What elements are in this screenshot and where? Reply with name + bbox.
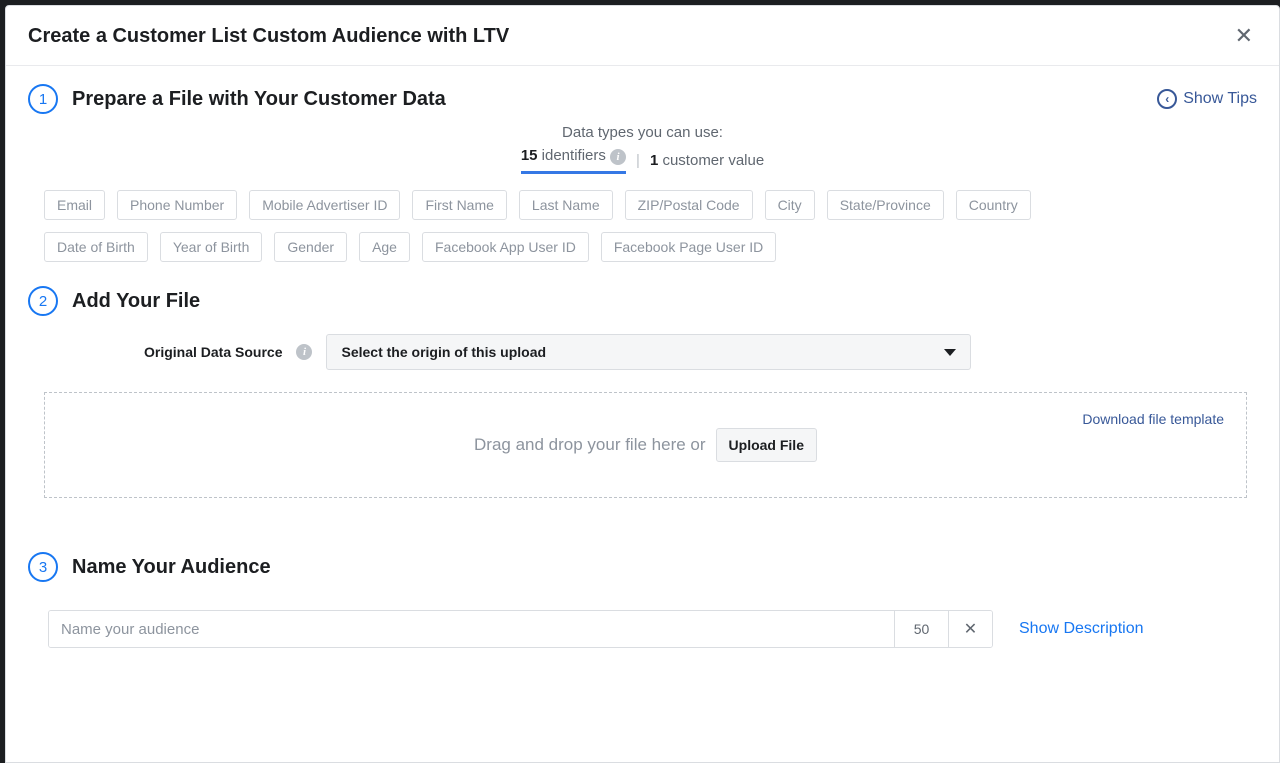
show-tips-label: Show Tips <box>1183 90 1257 108</box>
step-2: 2 Add Your File Original Data Source i S… <box>28 286 1257 498</box>
chip-year-of-birth[interactable]: Year of Birth <box>160 232 263 262</box>
original-data-source-row: Original Data Source i Select the origin… <box>144 334 1257 370</box>
step-2-title: Add Your File <box>72 290 200 313</box>
chip-zip-postal-code[interactable]: ZIP/Postal Code <box>625 190 753 220</box>
step-1-left: 1 Prepare a File with Your Customer Data <box>28 84 446 114</box>
name-audience-row: 50 ✕ Show Description <box>48 610 1257 648</box>
chip-facebook-app-user-id[interactable]: Facebook App User ID <box>422 232 589 262</box>
step-number-2: 2 <box>28 286 58 316</box>
modal: Create a Customer List Custom Audience w… <box>5 5 1280 763</box>
data-types-tabs: 15 identifiers i | 1 customer value <box>28 147 1257 174</box>
origin-select-placeholder: Select the origin of this upload <box>341 344 546 360</box>
step-2-left: 2 Add Your File <box>28 286 200 316</box>
step-1-header: 1 Prepare a File with Your Customer Data… <box>28 84 1257 114</box>
download-file-template-link[interactable]: Download file template <box>1082 411 1224 427</box>
show-tips-link[interactable]: ‹ Show Tips <box>1157 89 1257 109</box>
modal-title: Create a Customer List Custom Audience w… <box>28 25 509 48</box>
info-icon[interactable]: i <box>610 149 626 165</box>
audience-name-input[interactable] <box>49 611 894 647</box>
close-icon[interactable]: ✕ <box>1231 21 1257 51</box>
chip-email[interactable]: Email <box>44 190 105 220</box>
chip-last-name[interactable]: Last Name <box>519 190 613 220</box>
char-count: 50 <box>894 611 948 647</box>
identifier-chips-row2: Date of Birth Year of Birth Gender Age F… <box>28 232 1257 262</box>
step-3-header: 3 Name Your Audience <box>28 552 1257 582</box>
step-number-1: 1 <box>28 84 58 114</box>
identifier-chips-row1: Email Phone Number Mobile Advertiser ID … <box>28 190 1257 220</box>
chip-city[interactable]: City <box>765 190 815 220</box>
tab-identifiers[interactable]: 15 identifiers i <box>521 147 626 174</box>
show-description-link[interactable]: Show Description <box>1019 620 1144 638</box>
dropzone-text: Drag and drop your file here or <box>474 435 706 455</box>
step-3: 3 Name Your Audience 50 ✕ Show Descripti… <box>28 552 1257 648</box>
data-types-label: Data types you can use: <box>28 124 1257 141</box>
step-1-title: Prepare a File with Your Customer Data <box>72 88 446 111</box>
tab-customer-value[interactable]: 1 customer value <box>650 152 764 169</box>
chip-facebook-page-user-id[interactable]: Facebook Page User ID <box>601 232 776 262</box>
chip-age[interactable]: Age <box>359 232 410 262</box>
chip-date-of-birth[interactable]: Date of Birth <box>44 232 148 262</box>
clear-input-button[interactable]: ✕ <box>948 611 992 647</box>
tab-divider: | <box>636 152 640 169</box>
step-2-header: 2 Add Your File <box>28 286 1257 316</box>
chip-first-name[interactable]: First Name <box>412 190 506 220</box>
file-dropzone[interactable]: Download file template Drag and drop you… <box>44 392 1247 498</box>
origin-select[interactable]: Select the origin of this upload <box>326 334 971 370</box>
chevron-left-icon: ‹ <box>1157 89 1177 109</box>
chip-country[interactable]: Country <box>956 190 1031 220</box>
identifiers-count: 15 <box>521 147 538 164</box>
info-icon[interactable]: i <box>296 344 312 360</box>
customer-value-label: customer value <box>658 152 764 169</box>
chip-mobile-advertiser-id[interactable]: Mobile Advertiser ID <box>249 190 400 220</box>
step-3-title: Name Your Audience <box>72 556 271 579</box>
step-1: 1 Prepare a File with Your Customer Data… <box>28 84 1257 262</box>
name-input-group: 50 ✕ <box>48 610 993 648</box>
identifiers-label: identifiers <box>538 147 611 164</box>
chip-gender[interactable]: Gender <box>274 232 347 262</box>
caret-down-icon <box>944 349 956 356</box>
modal-header: Create a Customer List Custom Audience w… <box>6 6 1279 66</box>
modal-content: 1 Prepare a File with Your Customer Data… <box>6 66 1279 648</box>
original-data-source-label: Original Data Source <box>144 344 282 360</box>
chip-phone-number[interactable]: Phone Number <box>117 190 237 220</box>
step-number-3: 3 <box>28 552 58 582</box>
upload-file-button[interactable]: Upload File <box>716 428 817 462</box>
step-3-left: 3 Name Your Audience <box>28 552 271 582</box>
chip-state-province[interactable]: State/Province <box>827 190 944 220</box>
